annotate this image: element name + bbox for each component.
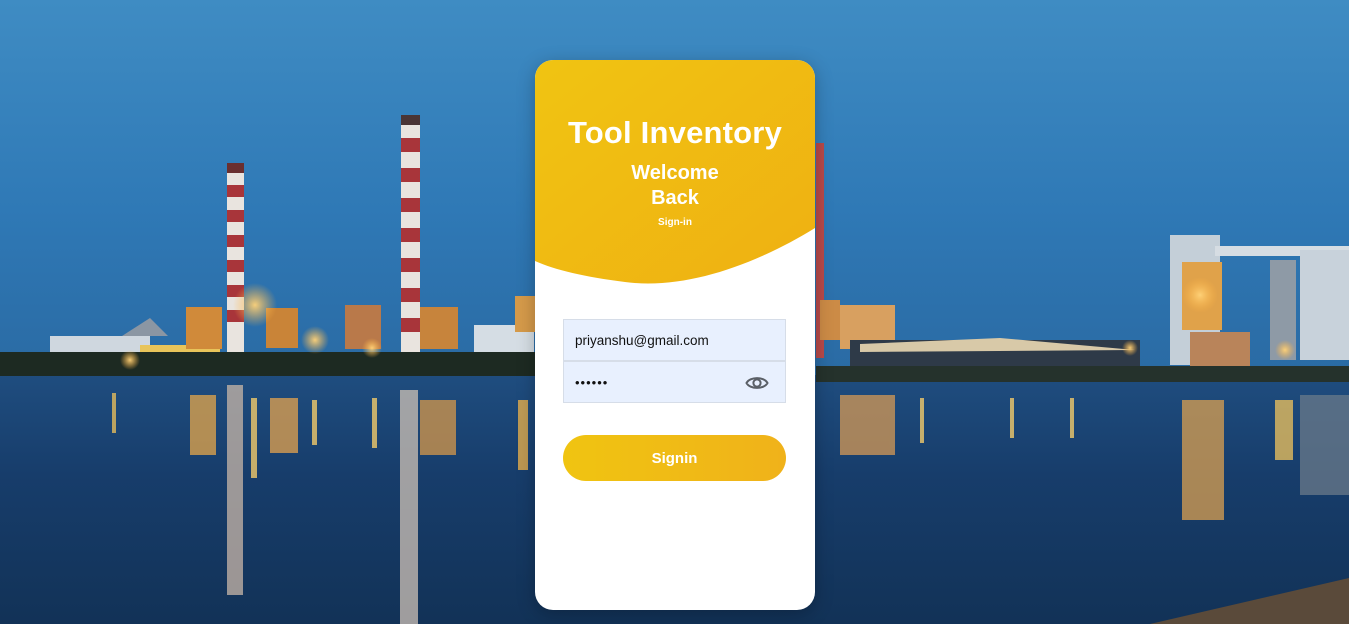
welcome-line-2: Back xyxy=(651,187,699,209)
signin-subtitle: Sign-in xyxy=(658,217,692,228)
login-card: Tool Inventory Welcome Back Sign-in Sign… xyxy=(535,60,815,610)
email-field xyxy=(563,319,786,361)
signin-button[interactable]: Signin xyxy=(563,435,786,481)
card-header: Tool Inventory Welcome Back Sign-in xyxy=(535,60,815,290)
email-input[interactable] xyxy=(564,320,785,360)
password-field xyxy=(563,361,786,403)
app-title: Tool Inventory xyxy=(567,115,783,150)
eye-icon[interactable] xyxy=(745,373,769,393)
welcome-heading: Welcome Back xyxy=(535,161,815,211)
welcome-line-1: Welcome xyxy=(631,162,719,184)
